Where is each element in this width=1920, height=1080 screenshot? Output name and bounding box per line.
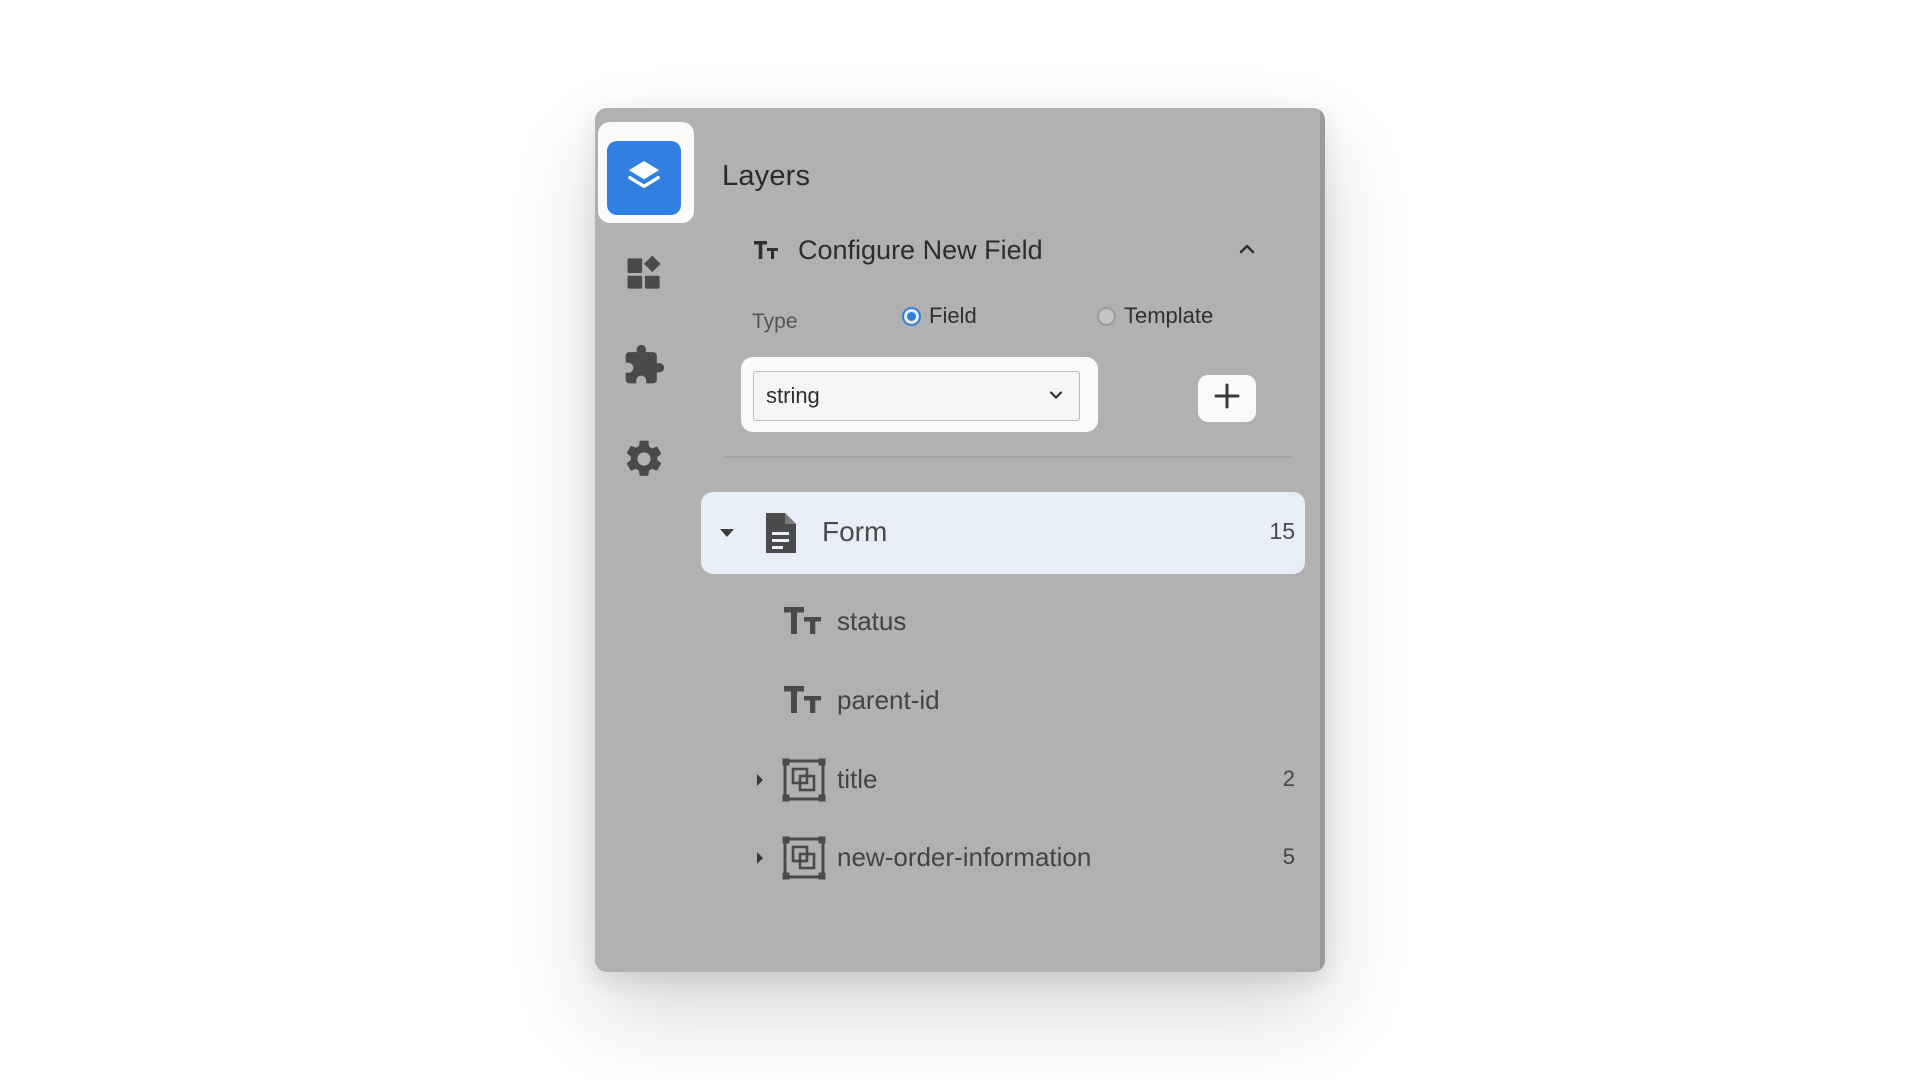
- tree-item-label: title: [837, 764, 878, 794]
- tree-root-count: 15: [1269, 518, 1295, 544]
- type-label: Type: [752, 310, 798, 333]
- layers-panel: Layers Configure New Field Type Field Te…: [595, 108, 1325, 972]
- tree-item-new-order-information[interactable]: new-order-information 5: [701, 828, 1305, 888]
- caret-down-icon[interactable]: [719, 526, 735, 544]
- tree-item-label: parent-id: [837, 685, 940, 715]
- radio-selected-indicator[interactable]: [902, 306, 921, 326]
- field-type-select-highlight: string: [741, 357, 1098, 432]
- tree-item-parent-id[interactable]: parent-id: [701, 671, 1305, 731]
- chevron-up-icon[interactable]: [1237, 242, 1257, 261]
- sidebar-item-layers[interactable]: [607, 141, 681, 215]
- layers-icon: [624, 156, 664, 201]
- field-type-select[interactable]: string: [753, 371, 1080, 421]
- chevron-down-icon: [1047, 388, 1065, 407]
- tree-item-status[interactable]: status: [701, 592, 1305, 652]
- panel-scrollbar[interactable]: [1320, 108, 1325, 972]
- radio-template-label: Template: [1124, 303, 1214, 328]
- tree-root-label: Form: [822, 516, 888, 547]
- caret-right-icon[interactable]: [755, 772, 765, 793]
- text-type-icon: [782, 679, 824, 724]
- document-icon: [763, 512, 797, 559]
- tree-item-label: status: [837, 606, 907, 636]
- widgets-icon: [622, 251, 666, 300]
- puzzle-icon: [622, 343, 666, 392]
- text-type-icon: [753, 238, 781, 267]
- panel-title: Layers: [722, 160, 811, 192]
- tree-item-title[interactable]: title 2: [701, 750, 1305, 810]
- configure-section-title: Configure New Field: [798, 235, 1043, 265]
- gear-icon: [622, 437, 666, 486]
- plus-icon: [1212, 381, 1242, 416]
- sidebar-item-plugins[interactable]: [607, 330, 681, 404]
- tree-item-count: 2: [1282, 766, 1295, 791]
- group-icon: [782, 836, 826, 885]
- field-type-select-value: string: [766, 383, 820, 408]
- text-type-icon: [782, 600, 824, 645]
- radio-field-label: Field: [929, 303, 977, 328]
- tree-item-count: 5: [1282, 844, 1295, 869]
- sidebar-item-widgets[interactable]: [607, 238, 681, 312]
- radio-unselected-indicator[interactable]: [1097, 306, 1116, 326]
- tree-item-label: new-order-information: [837, 842, 1092, 872]
- radio-field[interactable]: Field: [902, 303, 977, 329]
- add-field-button[interactable]: [1198, 375, 1256, 422]
- group-icon: [782, 758, 826, 807]
- tree-root-form[interactable]: Form 15: [701, 492, 1305, 574]
- caret-right-icon[interactable]: [755, 850, 765, 871]
- section-divider: [723, 456, 1293, 458]
- sidebar-item-settings[interactable]: [607, 424, 681, 498]
- radio-template[interactable]: Template: [1097, 303, 1213, 329]
